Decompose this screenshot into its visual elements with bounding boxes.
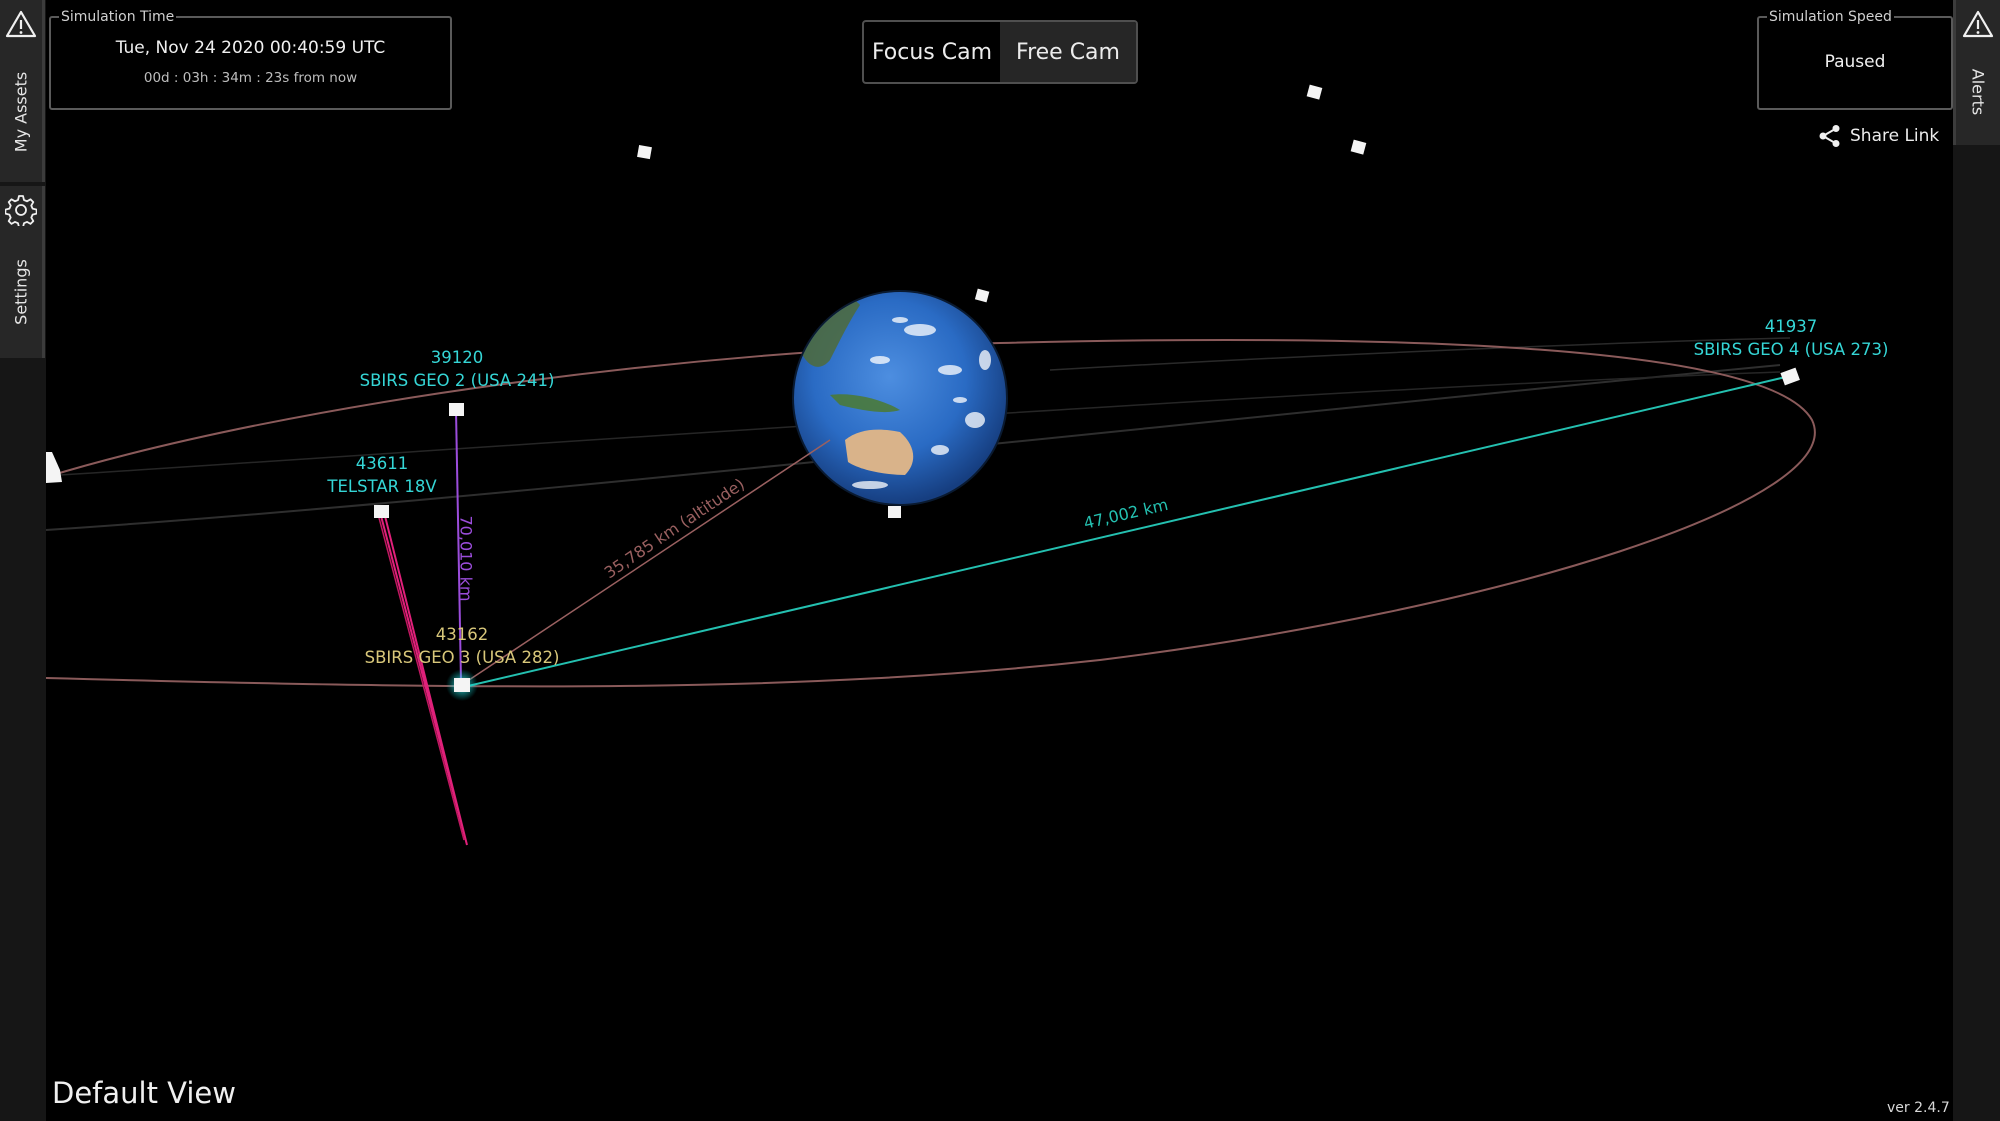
warning-triangle-icon [1962,10,1994,38]
sat-norad-id: 43162 [435,625,489,644]
satellite-telstar-18v[interactable] [374,505,389,518]
sidebar-tab-my-assets[interactable]: My Assets [0,0,45,182]
satellite-sbirs-geo-4[interactable] [1780,367,1800,386]
vertical-range-label: 70,010 km [456,515,476,602]
sat-label-sbirs-geo-4[interactable]: 41937 SBIRS GEO 4 (USA 273) [1694,315,1889,361]
simulation-time-panel[interactable]: Simulation Time Tue, Nov 24 2020 00:40:5… [49,8,452,110]
sat-name: SBIRS GEO 2 (USA 241) [359,371,555,390]
satellite-sbirs-geo-3[interactable] [454,678,470,692]
sat-name: SBIRS GEO 4 (USA 273) [1693,340,1889,359]
right-sidebar: Alerts [1953,0,2000,1121]
sat-label-sbirs-geo-3[interactable]: 43162 SBIRS GEO 3 (USA 282) [365,623,560,669]
share-link-label: Share Link [1850,126,1940,146]
left-sidebar: My Assets Settings [0,0,46,1121]
simulation-speed-panel[interactable]: Simulation Speed Paused [1757,8,1953,110]
panel-legend: Simulation Time [59,8,177,26]
camera-toggle: Focus Cam Free Cam [862,20,1138,84]
satellite-icon[interactable] [974,288,990,303]
share-link-button[interactable]: Share Link [1818,124,1939,148]
sidebar-tab-label: My Assets [11,71,31,153]
satellite-icon[interactable] [46,452,62,483]
orbit-scene[interactable] [0,0,2000,1121]
sat-label-telstar-18v[interactable]: 43611 TELSTAR 18V [327,452,436,498]
warning-triangle-icon [5,10,37,38]
sat-norad-id: 39120 [430,348,484,367]
sat-name: TELSTAR 18V [327,477,437,496]
satellite-sbirs-geo-2[interactable] [449,403,464,416]
earth-globe[interactable] [792,290,1008,506]
view-name: Default View [52,1076,236,1110]
sidebar-tab-alerts[interactable]: Alerts [1953,0,2000,145]
simulation-relative-time: 00d : 03h : 34m : 23s from now [143,70,358,86]
satellite-icon[interactable] [1306,84,1323,100]
panel-legend: Simulation Speed [1767,8,1894,26]
sat-label-sbirs-geo-2[interactable]: 39120 SBIRS GEO 2 (USA 241) [360,346,555,392]
satellite-icon[interactable] [1350,139,1367,155]
sat-name: SBIRS GEO 3 (USA 282) [364,648,560,667]
gear-icon [5,195,37,226]
sidebar-tab-settings[interactable]: Settings [0,186,45,358]
share-icon [1819,125,1840,147]
focus-cam-button[interactable]: Focus Cam [864,22,1000,82]
sidebar-tab-label: Alerts [1968,68,1988,116]
simulation-speed-value: Paused [1824,52,1886,72]
sat-norad-id: 43611 [355,454,409,473]
simulation-datetime: Tue, Nov 24 2020 00:40:59 UTC [115,38,386,58]
satellite-icon[interactable] [637,145,652,160]
free-cam-button[interactable]: Free Cam [1000,22,1136,82]
version-label: ver 2.4.7 [1887,1100,1950,1116]
satellite-icon[interactable] [888,506,901,518]
sat-norad-id: 41937 [1764,317,1818,336]
sidebar-tab-label: Settings [11,259,31,325]
